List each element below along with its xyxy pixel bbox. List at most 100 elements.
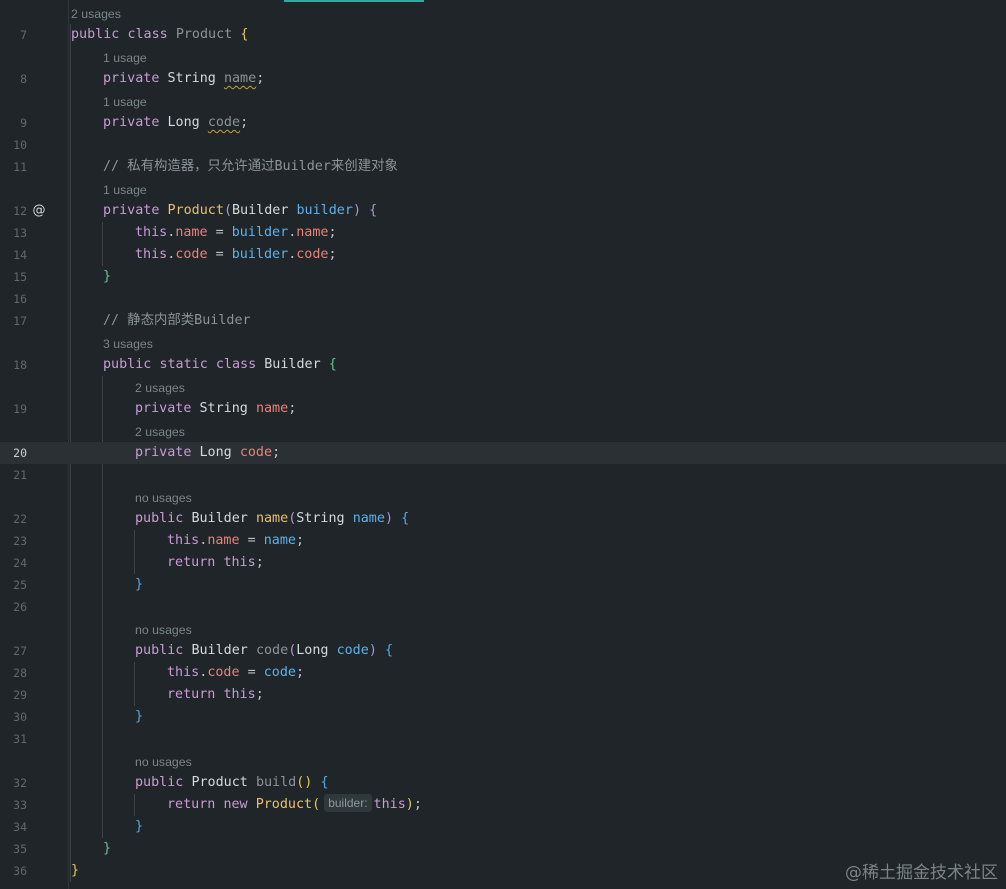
code-line[interactable]: 17 // 静态内部类Builder (0, 310, 1006, 332)
usage-hint[interactable]: 2 usages (135, 376, 185, 398)
usage-hint[interactable]: 2 usages (71, 2, 121, 24)
line-number: 36 (13, 864, 27, 878)
code-line[interactable]: 28 this.code = code; (0, 662, 1006, 684)
line-number: 29 (13, 688, 27, 702)
code-line[interactable]: 23 this.name = name; (0, 530, 1006, 552)
code-line[interactable]: 14 this.code = builder.code; (0, 244, 1006, 266)
code-line[interactable]: 32 public Product build() { (0, 772, 1006, 794)
code-line[interactable]: 33 return new Product(builder: this); (0, 794, 1006, 816)
usage-hint[interactable]: no usages (135, 618, 192, 640)
line-number: 11 (13, 160, 27, 174)
line-number: 13 (13, 226, 27, 240)
line-number: 16 (13, 292, 27, 306)
usage-hint[interactable]: 1 usage (103, 90, 147, 112)
line-number: 24 (13, 556, 27, 570)
usage-hint-row: 1 usage (0, 46, 1006, 68)
line-number: 26 (13, 600, 27, 614)
code-text: } (135, 577, 144, 592)
line-number: 15 (13, 270, 27, 284)
line-number: 17 (13, 314, 27, 328)
code-line[interactable]: 8 private String name; (0, 68, 1006, 90)
line-number: 23 (13, 534, 27, 548)
usage-hint-row: 3 usages (0, 332, 1006, 354)
line-number: 14 (13, 248, 27, 262)
line-number: 25 (13, 578, 27, 592)
code-line[interactable]: 25 } (0, 574, 1006, 596)
code-text: return this; (167, 555, 264, 570)
code-line[interactable]: 31 (0, 728, 1006, 750)
code-comment: // 私有构造器，只允许通过Builder来创建对象 (103, 159, 398, 174)
code-line[interactable]: 26 (0, 596, 1006, 618)
code-text: this.code = builder.code; (135, 247, 337, 262)
usage-hint-row: 2 usages (0, 420, 1006, 442)
code-line[interactable]: 9 private Long code; (0, 112, 1006, 134)
code-text: return new Product(builder: this); (167, 794, 422, 812)
parameter-name-hint: builder: (324, 794, 372, 812)
code-line[interactable]: 35 } (0, 838, 1006, 860)
line-number: 30 (13, 710, 27, 724)
code-text: return this; (167, 687, 264, 702)
usage-hint[interactable]: no usages (135, 750, 192, 772)
code-text: public Product build() { (135, 775, 329, 790)
code-text: } (103, 269, 112, 284)
line-number: 22 (13, 512, 27, 526)
code-line-current[interactable]: 20 private Long code; (0, 442, 1006, 464)
line-number: 32 (13, 776, 27, 790)
code-text: this.code = code; (167, 665, 305, 680)
code-text: private Long code; (103, 115, 249, 130)
watermark: @稀土掘金技术社区 (845, 863, 998, 883)
code-line[interactable]: 21 (0, 464, 1006, 486)
line-number: 21 (13, 468, 27, 482)
code-line[interactable]: 29 return this; (0, 684, 1006, 706)
code-line[interactable]: 16 (0, 288, 1006, 310)
usage-hint[interactable]: 1 usage (103, 46, 147, 68)
line-number: 33 (13, 798, 27, 812)
code-line[interactable]: 34 } (0, 816, 1006, 838)
code-text: public Builder name(String name) { (135, 511, 410, 526)
line-number: 35 (13, 842, 27, 856)
override-at-icon[interactable]: @ (31, 200, 47, 222)
line-number: 12 (13, 204, 27, 218)
line-number: 7 (20, 28, 27, 42)
line-number: 27 (13, 644, 27, 658)
code-text: private String name; (135, 401, 297, 416)
code-line[interactable]: 13 this.name = builder.name; (0, 222, 1006, 244)
code-line[interactable]: 7 public class Product { (0, 24, 1006, 46)
usage-hint[interactable]: 3 usages (103, 332, 153, 354)
line-number: 10 (13, 138, 27, 152)
code-editor[interactable]: 2 usages 7 public class Product { 1 usag… (0, 0, 1006, 889)
line-number: 9 (20, 116, 27, 130)
code-line[interactable]: 15 } (0, 266, 1006, 288)
usage-hint-row: 2 usages (0, 2, 1006, 24)
code-line[interactable]: 19 private String name; (0, 398, 1006, 420)
code-text: private Long code; (135, 445, 281, 460)
line-number: 19 (13, 402, 27, 416)
code-line[interactable]: 11 // 私有构造器，只允许通过Builder来创建对象 (0, 156, 1006, 178)
code-text: public static class Builder { (103, 357, 337, 372)
line-number: 28 (13, 666, 27, 680)
line-number: 31 (13, 732, 27, 746)
line-number: 34 (13, 820, 27, 834)
code-text: } (135, 819, 144, 834)
code-text: private Product(Builder builder) { (103, 203, 378, 218)
code-line[interactable]: 12 @ private Product(Builder builder) { (0, 200, 1006, 222)
code-line[interactable]: 22 public Builder name(String name) { (0, 508, 1006, 530)
usage-hint-row: no usages (0, 750, 1006, 772)
code-text: } (71, 863, 80, 878)
code-text: private String name; (103, 71, 265, 86)
usage-hint[interactable]: no usages (135, 486, 192, 508)
code-comment: // 静态内部类Builder (103, 313, 251, 328)
usage-hint-row: no usages (0, 618, 1006, 640)
usage-hint-row: 1 usage (0, 90, 1006, 112)
code-line[interactable]: 30 } (0, 706, 1006, 728)
code-text: this.name = name; (167, 533, 305, 548)
usage-hint[interactable]: 1 usage (103, 178, 147, 200)
usage-hint[interactable]: 2 usages (135, 420, 185, 442)
code-line[interactable]: 10 (0, 134, 1006, 156)
code-line[interactable]: 27 public Builder code(Long code) { (0, 640, 1006, 662)
usage-hint-row: 1 usage (0, 178, 1006, 200)
code-line[interactable]: 18 public static class Builder { (0, 354, 1006, 376)
code-text: public class Product { (71, 27, 249, 42)
line-number: 8 (20, 72, 27, 86)
code-line[interactable]: 24 return this; (0, 552, 1006, 574)
